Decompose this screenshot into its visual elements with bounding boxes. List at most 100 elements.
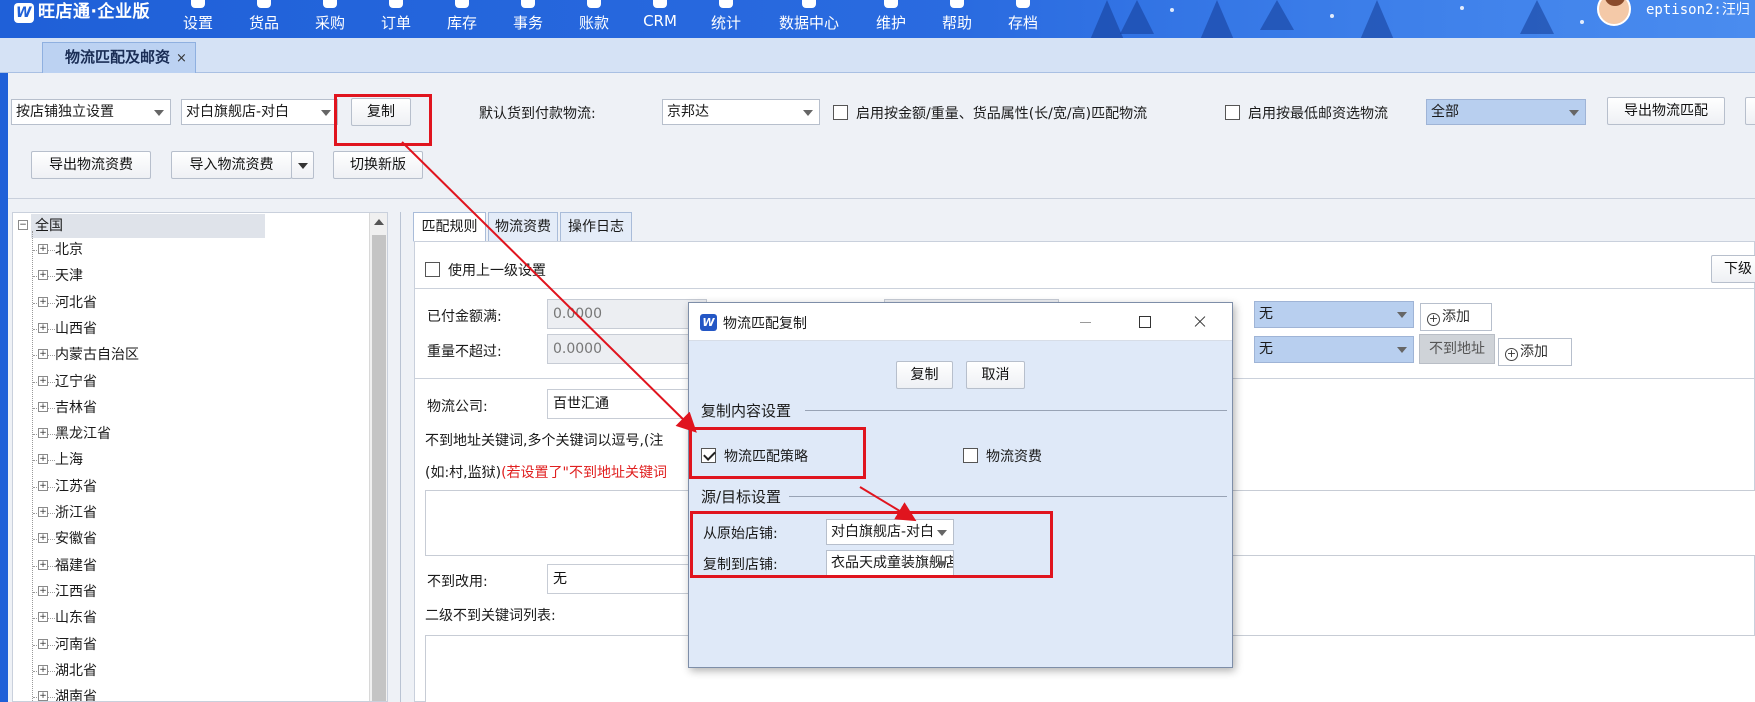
scope-select[interactable]: 全部 (1426, 99, 1586, 125)
tab-logistics-fee[interactable]: 物流资费 (488, 212, 558, 242)
tree-scrollbar[interactable] (369, 213, 387, 701)
document-tab-bar: 物流匹配及邮资 × (0, 38, 1755, 73)
tree-item-label: 江苏省 (55, 478, 97, 495)
tree-item-label: 安徽省 (55, 531, 97, 548)
user-name[interactable]: eptison2:汪归 (1646, 0, 1750, 19)
copy-button[interactable]: 复制 (351, 98, 411, 126)
decor-tree (1200, 0, 1234, 38)
close-icon[interactable] (1186, 309, 1214, 335)
minimize-icon[interactable] (1071, 309, 1099, 335)
expand-icon[interactable]: + (38, 270, 48, 281)
shop-select[interactable]: 对白旗舰店-对白 (181, 99, 338, 125)
import-fee-dropdown[interactable] (291, 151, 314, 179)
from-shop-select[interactable]: 对白旗舰店-对白 (826, 519, 954, 545)
expand-icon[interactable]: + (38, 375, 48, 386)
menu-item-orders[interactable]: 订单 (378, 0, 414, 38)
export-match-button[interactable]: 导出物流匹配 (1607, 97, 1725, 125)
scroll-thumb[interactable] (372, 235, 386, 701)
plus-circle-icon: + (1427, 312, 1440, 326)
menu-item-purchase[interactable]: 采购 (312, 0, 348, 38)
menu-item-tasks[interactable]: 事务 (510, 0, 546, 38)
fee-checkbox[interactable] (963, 448, 978, 463)
add-button[interactable]: + 添加 (1498, 338, 1572, 366)
expand-icon[interactable]: + (38, 428, 48, 439)
expand-icon[interactable]: + (38, 559, 48, 570)
expand-icon[interactable]: + (38, 507, 48, 517)
match-by-attr-checkbox[interactable] (833, 105, 848, 120)
menu-item-stats[interactable]: 统计 (708, 0, 744, 38)
cod-label: 默认货到付款物流: (479, 106, 596, 122)
dialog-title-bar[interactable]: W 物流匹配复制 (689, 303, 1232, 341)
use-parent-checkbox[interactable] (425, 262, 440, 277)
copy-dialog: W 物流匹配复制 复制 取消 复制内容设置 物流匹配策略 物流资费 源/目标设置… (688, 302, 1233, 668)
strategy-checkbox[interactable] (701, 448, 716, 463)
expand-icon[interactable]: + (38, 585, 48, 596)
strategy-select-1[interactable]: 无 (1254, 301, 1414, 328)
archive-icon (1016, 0, 1030, 8)
mode-select[interactable]: 按店铺独立设置 (11, 99, 171, 125)
tree-item-label: 江西省 (55, 583, 97, 600)
tree-item-label: 北京 (55, 242, 83, 258)
menu-item-help[interactable]: 帮助 (939, 0, 975, 38)
help-icon (950, 0, 964, 8)
panel-splitter[interactable] (400, 212, 401, 702)
avatar[interactable] (1597, 0, 1631, 26)
menu-item-settings[interactable]: 设置 (180, 0, 216, 38)
strategy-select-2[interactable]: 无 (1254, 336, 1414, 363)
expand-icon[interactable]: + (38, 401, 48, 412)
weight-field[interactable]: 0.0000 (547, 334, 707, 364)
menu-item-data-center[interactable]: 数据中心 (776, 0, 842, 38)
expand-icon[interactable]: + (38, 691, 48, 701)
lowest-postage-checkbox[interactable] (1225, 105, 1240, 120)
to-shop-select[interactable]: 衣品天成童装旗舰店 (826, 550, 954, 576)
expand-icon[interactable]: + (38, 454, 48, 465)
expand-icon[interactable]: + (38, 480, 48, 491)
import-fee-button[interactable]: 导入物流资费 (171, 151, 292, 179)
switch-version-button[interactable]: 切换新版 (333, 151, 423, 179)
cod-logistics-select[interactable]: 京邦达 (662, 99, 820, 125)
expand-icon[interactable]: + (38, 638, 48, 649)
tab-label: 物流匹配及邮资 (65, 48, 171, 66)
toolbar-overflow-button[interactable] (1745, 97, 1755, 125)
add-button[interactable]: + 添加 (1420, 303, 1492, 331)
tab-logistics-match[interactable]: 物流匹配及邮资 × (42, 42, 196, 73)
tree-item-label: 吉林省 (55, 399, 97, 416)
expand-icon[interactable]: + (38, 296, 48, 307)
expand-icon[interactable]: + (38, 664, 48, 675)
fallback-field[interactable]: 无 (547, 564, 707, 594)
tree-item-label: 福建省 (55, 557, 97, 574)
logistics-field[interactable]: 百世汇通 (547, 389, 707, 419)
menu-item-crm[interactable]: CRM (642, 0, 678, 38)
logo-icon: W (14, 3, 34, 23)
menu-item-accounts[interactable]: 账款 (576, 0, 612, 38)
expand-icon[interactable]: + (38, 612, 48, 623)
expand-icon[interactable]: + (38, 244, 48, 254)
tab-operation-log[interactable]: 操作日志 (560, 212, 632, 242)
tab-match-rules[interactable]: 匹配规则 (413, 212, 486, 242)
menu-item-goods[interactable]: 货品 (246, 0, 282, 38)
dialog-cancel-button[interactable]: 取消 (966, 361, 1025, 389)
tree-item-label: 河南省 (55, 636, 97, 653)
no-address-button[interactable]: 不到地址 (1419, 334, 1495, 364)
next-level-button[interactable]: 下级 (1711, 255, 1755, 283)
expand-icon[interactable]: + (38, 533, 48, 544)
strategy-label: 物流匹配策略 (724, 449, 808, 465)
toolbar-divider (8, 198, 1755, 199)
dialog-copy-button[interactable]: 复制 (896, 361, 953, 389)
scroll-up-icon[interactable] (374, 219, 384, 225)
tree-item-label: 黑龙江省 (55, 426, 111, 443)
fee-label: 物流资费 (986, 449, 1042, 465)
maximize-icon[interactable] (1130, 309, 1158, 335)
close-icon[interactable]: × (176, 51, 187, 66)
paid-amount-field[interactable]: 0.0000 (547, 299, 707, 329)
decor-tree (1520, 0, 1554, 34)
expand-icon[interactable]: + (38, 322, 48, 333)
expand-icon[interactable]: + (38, 349, 48, 360)
export-fee-button[interactable]: 导出物流资费 (31, 151, 151, 179)
collapse-icon[interactable]: − (18, 220, 28, 230)
use-parent-label: 使用上一级设置 (448, 263, 546, 279)
menu-item-stock[interactable]: 库存 (444, 0, 480, 38)
menu-item-archive[interactable]: 存档 (1005, 0, 1041, 38)
menu-item-maintain[interactable]: 维护 (873, 0, 909, 38)
stock-icon (455, 0, 469, 8)
